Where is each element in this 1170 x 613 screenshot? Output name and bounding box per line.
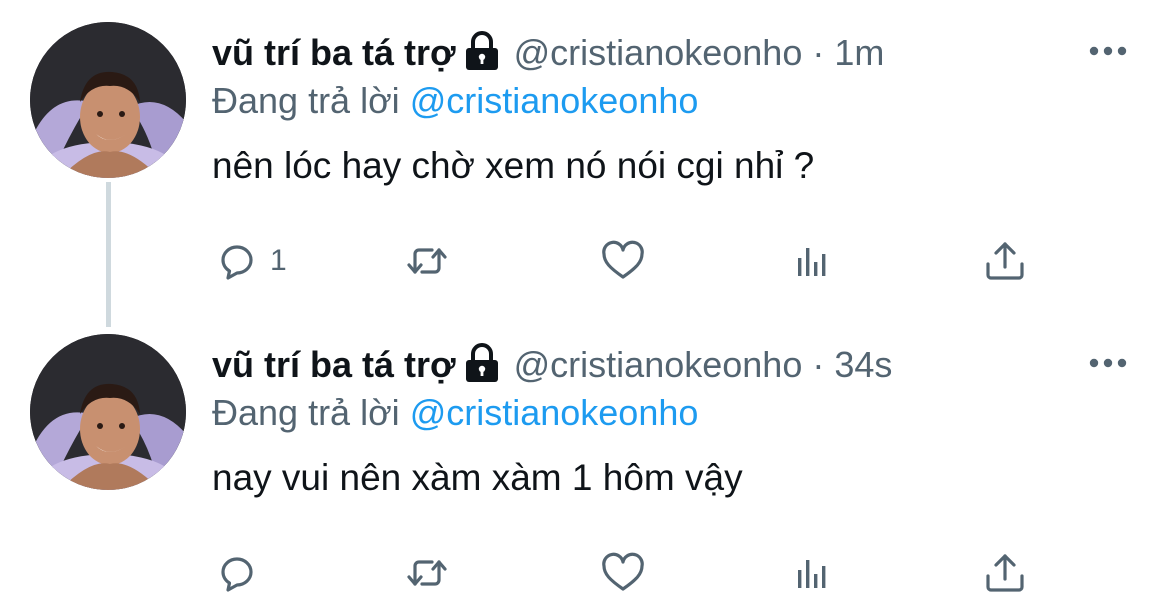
action-bar: 1 (0, 236, 1170, 286)
username-handle[interactable]: @cristianokeonho (514, 32, 803, 74)
views-button[interactable] (790, 548, 836, 598)
retweet-icon (407, 560, 447, 586)
separator-dot: · (812, 344, 825, 385)
reply-button[interactable] (214, 548, 270, 598)
replying-to-link[interactable]: @cristianokeonho (410, 80, 699, 121)
reply-button[interactable]: 1 (214, 236, 287, 286)
replying-to: Đang trả lời @cristianokeonho (212, 80, 698, 122)
replying-to-label: Đang trả lời (212, 80, 410, 121)
reply-icon (221, 557, 253, 592)
share-button[interactable] (982, 236, 1028, 286)
share-icon (986, 554, 1024, 592)
avatar-image (30, 334, 186, 490)
action-bar (0, 548, 1170, 598)
reply-count: 1 (270, 244, 287, 277)
replying-to: Đang trả lời @cristianokeonho (212, 392, 698, 434)
more-icon[interactable] (1088, 44, 1128, 56)
lock-icon (462, 30, 502, 72)
retweet-button[interactable] (404, 236, 450, 286)
separator-dot: · (812, 32, 825, 73)
username-handle[interactable]: @cristianokeonho (514, 344, 803, 386)
display-name[interactable]: vũ trí ba tá trợ (212, 344, 456, 386)
tweet-header: vũ trí ba tá trợ @cristianokeonho · 34s (212, 338, 892, 392)
retweet-button[interactable] (404, 548, 450, 598)
reply-icon (221, 245, 253, 280)
views-icon (798, 560, 826, 588)
retweet-icon (407, 248, 447, 274)
views-button[interactable] (790, 236, 836, 286)
tweet-text: nên lóc hay chờ xem nó nói cgi nhỉ ? (212, 145, 815, 186)
avatar[interactable] (30, 334, 186, 490)
replying-to-link[interactable]: @cristianokeonho (410, 392, 699, 433)
like-icon (602, 240, 644, 279)
more-icon[interactable] (1088, 356, 1128, 368)
like-button[interactable] (600, 548, 646, 598)
avatar-image (30, 22, 186, 178)
share-button[interactable] (982, 548, 1028, 598)
views-icon (798, 248, 826, 276)
display-name[interactable]: vũ trí ba tá trợ (212, 32, 456, 74)
like-icon (602, 552, 644, 591)
timestamp[interactable]: 34s (834, 344, 892, 386)
tweet-header: vũ trí ba tá trợ @cristianokeonho · 1m (212, 26, 884, 80)
avatar[interactable] (30, 22, 186, 178)
replying-to-label: Đang trả lời (212, 392, 410, 433)
share-icon (986, 242, 1024, 280)
tweet-text: nay vui nên xàm xàm 1 hôm vậy (212, 457, 743, 498)
timestamp[interactable]: 1m (834, 32, 884, 74)
lock-icon (462, 342, 502, 384)
like-button[interactable] (600, 236, 646, 286)
